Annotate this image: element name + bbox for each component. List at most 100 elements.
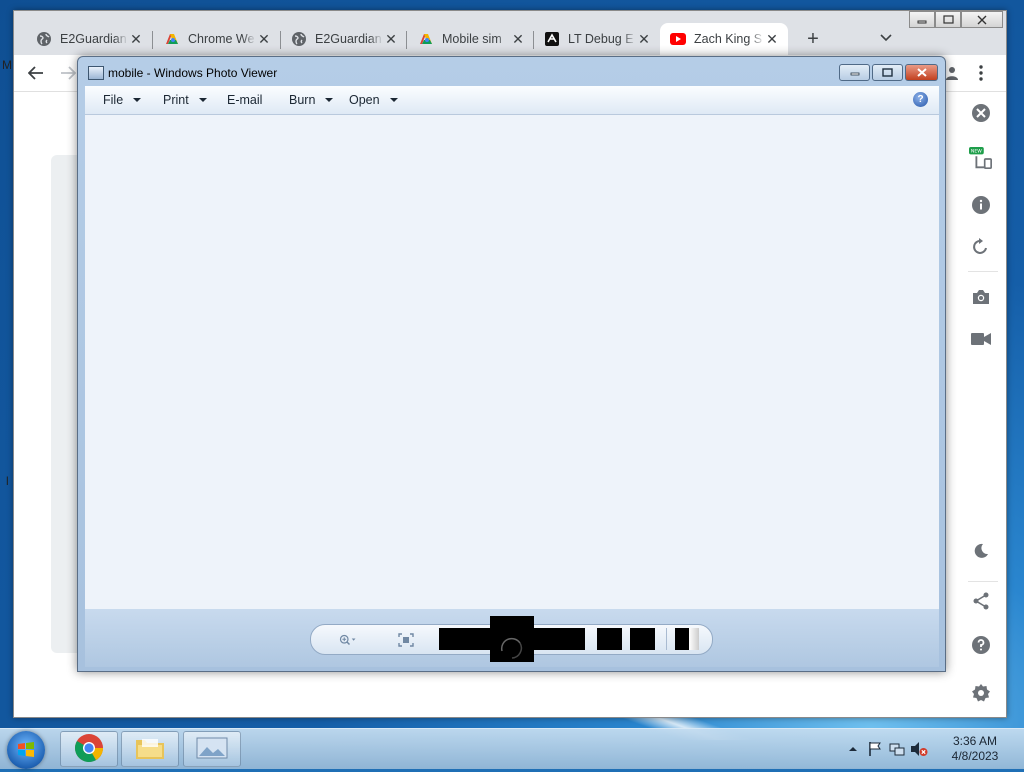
network-icon[interactable] bbox=[888, 740, 906, 758]
tab-title: Zach King S bbox=[694, 32, 763, 46]
tab-strip: E2Guardian ✕ Chrome We ✕ E2Guardian ✕ Mo… bbox=[14, 11, 1006, 55]
chevron-down-icon bbox=[325, 98, 334, 102]
close-circle-icon[interactable] bbox=[969, 101, 993, 125]
lt-debug-icon bbox=[544, 31, 560, 47]
help-circle-icon[interactable] bbox=[969, 633, 993, 657]
divider bbox=[968, 581, 998, 582]
chevron-down-icon bbox=[133, 98, 142, 102]
close-tab-icon[interactable]: ✕ bbox=[383, 31, 399, 47]
volume-muted-icon[interactable] bbox=[910, 740, 928, 758]
chrome-icon bbox=[74, 733, 104, 766]
photo-viewer-control-bar bbox=[85, 609, 939, 667]
divider bbox=[666, 628, 667, 650]
photo-viewer-app-icon bbox=[88, 66, 104, 80]
file-menu-label: File bbox=[103, 93, 124, 107]
chevron-down-icon[interactable] bbox=[876, 28, 896, 48]
clock-time: 3:36 AM bbox=[952, 734, 998, 748]
close-tab-icon[interactable]: ✕ bbox=[764, 31, 780, 47]
desktop-partial-text: M bbox=[2, 58, 12, 72]
redacted-controls bbox=[675, 628, 689, 650]
tab-youtube-active[interactable]: Zach King S ✕ bbox=[660, 23, 788, 55]
taskbar-explorer-button[interactable] bbox=[121, 731, 179, 767]
tab-title: Mobile sim bbox=[442, 32, 502, 46]
taskbar-chrome-button[interactable] bbox=[60, 731, 118, 767]
minimize-button[interactable] bbox=[909, 11, 935, 28]
tab-separator bbox=[152, 31, 153, 49]
chevron-down-icon bbox=[198, 98, 207, 102]
mobile-sim-icon bbox=[418, 31, 434, 47]
new-tab-button[interactable]: + bbox=[800, 26, 826, 52]
actual-size-icon[interactable] bbox=[397, 631, 415, 649]
start-button[interactable] bbox=[7, 731, 45, 769]
action-center-flag-icon[interactable] bbox=[866, 740, 884, 758]
file-menu[interactable]: File bbox=[103, 93, 142, 107]
play-slideshow-button[interactable] bbox=[490, 616, 534, 662]
close-tab-icon[interactable]: ✕ bbox=[256, 31, 272, 47]
tab-e2guardian-2[interactable]: E2Guardian ✕ bbox=[281, 23, 407, 55]
info-icon[interactable] bbox=[969, 193, 993, 217]
settings-gear-icon[interactable] bbox=[969, 681, 993, 705]
redacted-controls bbox=[630, 628, 655, 650]
divider bbox=[968, 271, 998, 272]
photo-viewer-window: mobile - Windows Photo Viewer File Print… bbox=[77, 56, 946, 672]
window-controls bbox=[909, 11, 1003, 28]
photo-viewer-menubar: File Print E-mail Burn Open ? bbox=[85, 86, 939, 115]
help-icon[interactable]: ? bbox=[913, 92, 928, 107]
maximize-button[interactable] bbox=[872, 64, 903, 81]
dark-mode-moon-icon[interactable] bbox=[969, 539, 993, 563]
close-button[interactable] bbox=[905, 64, 938, 81]
tab-title: LT Debug E bbox=[568, 32, 634, 46]
tab-title: E2Guardian bbox=[60, 32, 127, 46]
close-tab-icon[interactable]: ✕ bbox=[636, 31, 652, 47]
rotate-icon[interactable] bbox=[969, 235, 993, 259]
photo-viewer-icon bbox=[196, 736, 228, 763]
close-tab-icon[interactable]: ✕ bbox=[128, 31, 144, 47]
kebab-menu-icon[interactable] bbox=[971, 63, 991, 83]
taskbar-clock[interactable]: 3:36 AM 4/8/2023 bbox=[940, 734, 1010, 764]
share-icon[interactable] bbox=[969, 589, 993, 613]
email-button[interactable]: E-mail bbox=[227, 93, 262, 107]
forward-arrow-icon[interactable] bbox=[58, 63, 78, 83]
window-title: mobile - Windows Photo Viewer bbox=[108, 66, 278, 80]
clock-date: 4/8/2023 bbox=[951, 749, 999, 763]
email-label: E-mail bbox=[227, 93, 263, 107]
folder-icon bbox=[134, 735, 166, 764]
redacted-controls bbox=[689, 628, 699, 650]
maximize-button[interactable] bbox=[935, 11, 961, 28]
taskbar-photo-viewer-button[interactable] bbox=[183, 731, 241, 767]
chevron-down-icon bbox=[389, 98, 398, 102]
playback-controls bbox=[310, 616, 713, 662]
open-menu[interactable]: Open bbox=[349, 93, 398, 107]
burn-menu-label: Burn bbox=[289, 93, 316, 107]
desktop-partial-text: l bbox=[6, 474, 9, 488]
svg-text:NEW: NEW bbox=[971, 149, 982, 155]
photo-viewer-titlebar[interactable]: mobile - Windows Photo Viewer bbox=[78, 57, 945, 87]
open-menu-label: Open bbox=[349, 93, 380, 107]
tab-separator bbox=[406, 31, 407, 49]
youtube-icon bbox=[670, 31, 686, 47]
print-menu-label: Print bbox=[163, 93, 189, 107]
redacted-controls bbox=[597, 628, 622, 650]
tab-lt-debug[interactable]: LT Debug E ✕ bbox=[534, 23, 660, 55]
video-camera-icon[interactable] bbox=[969, 327, 993, 351]
minimize-button[interactable] bbox=[839, 64, 870, 81]
tab-e2guardian-1[interactable]: E2Guardian ✕ bbox=[26, 23, 152, 55]
image-canvas bbox=[85, 115, 939, 609]
close-tab-icon[interactable]: ✕ bbox=[510, 31, 526, 47]
globe-icon bbox=[291, 31, 307, 47]
back-arrow-icon[interactable] bbox=[26, 63, 46, 83]
close-button[interactable] bbox=[961, 11, 1003, 28]
taskbar: 3:36 AM 4/8/2023 bbox=[0, 728, 1024, 769]
globe-icon bbox=[36, 31, 52, 47]
zoom-icon[interactable] bbox=[339, 631, 357, 649]
system-tray bbox=[842, 733, 930, 765]
show-hidden-icons-icon[interactable] bbox=[844, 740, 862, 758]
burn-menu[interactable]: Burn bbox=[289, 93, 334, 107]
tab-mobile-sim[interactable]: Mobile sim ✕ bbox=[408, 23, 534, 55]
tab-title: E2Guardian bbox=[315, 32, 382, 46]
new-device-icon[interactable]: NEW bbox=[969, 147, 993, 171]
camera-icon[interactable] bbox=[969, 285, 993, 309]
print-menu[interactable]: Print bbox=[163, 93, 207, 107]
tab-chrome-web-store[interactable]: Chrome We ✕ bbox=[154, 23, 280, 55]
tab-title: Chrome We bbox=[188, 32, 255, 46]
